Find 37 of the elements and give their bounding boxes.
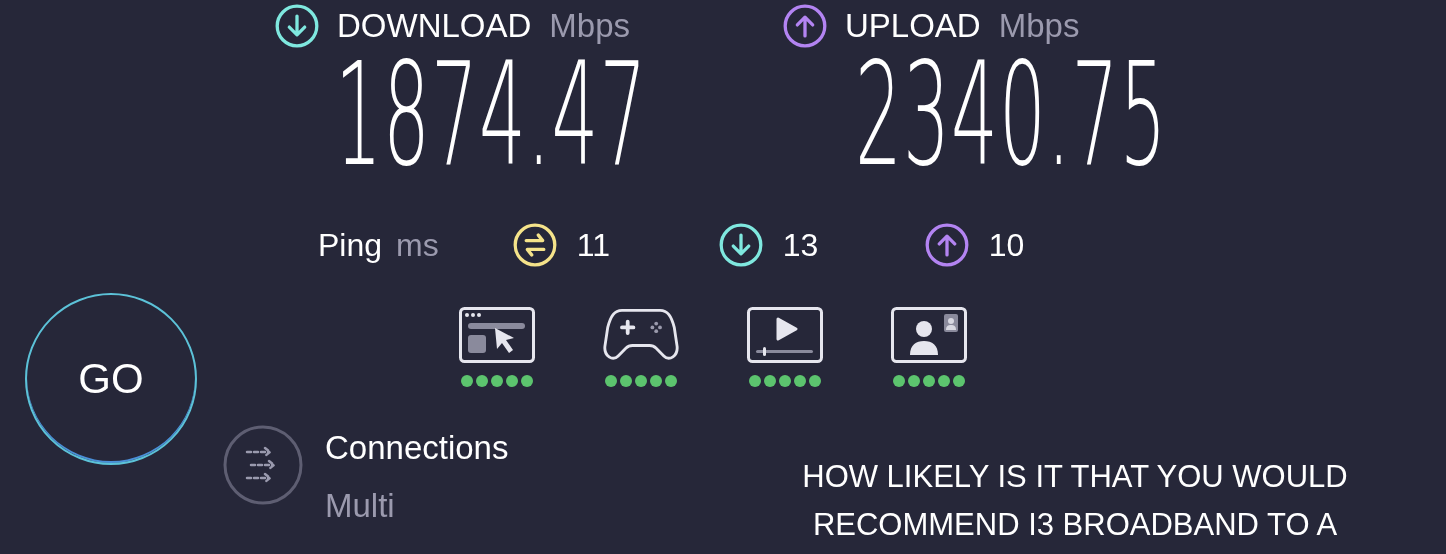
ping-value: 10	[988, 226, 1025, 264]
rating-dot	[893, 375, 905, 387]
rating-dot	[923, 375, 935, 387]
rating-dot	[764, 375, 776, 387]
ping-value: 11	[576, 226, 610, 264]
ping-value: 13	[782, 226, 819, 264]
gamepad-icon	[603, 307, 679, 363]
unit-label: Mbps	[549, 7, 631, 45]
rating-dot	[809, 375, 821, 387]
rating-dot	[953, 375, 965, 387]
rating-dot	[794, 375, 806, 387]
rating-dot	[605, 375, 617, 387]
unit-label: ms	[396, 226, 439, 264]
rating-dot	[779, 375, 791, 387]
rating-dot	[476, 375, 488, 387]
connections-value: Multi	[325, 487, 396, 525]
go-button[interactable]: GO	[25, 293, 197, 465]
rating-dot	[521, 375, 533, 387]
rating-dot	[635, 375, 647, 387]
survey-question: HOW LIKELY IS IT THAT YOU WOULD RECOMMEND I3 BROADBAND TO A	[801, 458, 1349, 544]
rating-dot	[665, 375, 677, 387]
ping-label: Ping	[318, 226, 383, 264]
exchange-arrows-icon	[512, 223, 557, 267]
video-call-icon	[891, 307, 967, 363]
rating-dot	[461, 375, 473, 387]
connections-label: Connections	[325, 429, 509, 467]
video-player-icon	[747, 307, 823, 363]
rating-dot	[749, 375, 761, 387]
connections-icon[interactable]	[223, 425, 303, 505]
rating-dot	[908, 375, 920, 387]
rating-dot	[491, 375, 503, 387]
rating-dot	[650, 375, 662, 387]
rating-dot	[620, 375, 632, 387]
rating-dot	[506, 375, 518, 387]
unit-label: Mbps	[998, 7, 1080, 45]
rating-dot	[938, 375, 950, 387]
browser-cursor-icon	[459, 307, 535, 363]
